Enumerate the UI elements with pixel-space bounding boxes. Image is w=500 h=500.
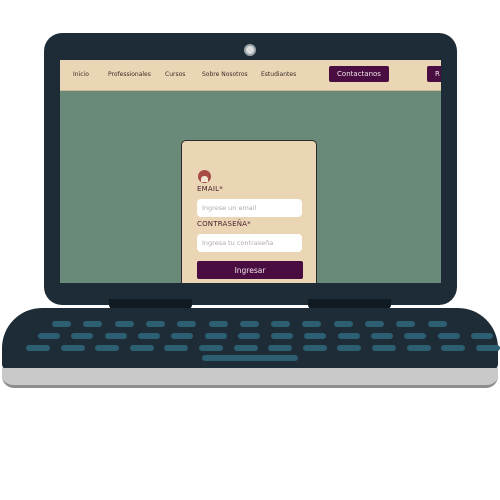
- keyboard-key: [237, 333, 260, 339]
- keyboard-key: [114, 321, 134, 327]
- keyboard-key: [302, 345, 327, 351]
- keyboard-key: [475, 345, 500, 351]
- keyboard-key: [365, 321, 384, 327]
- keyboard-key: [137, 333, 160, 339]
- nav-link-cursos[interactable]: Cursos: [165, 71, 185, 78]
- keyboard-key: [171, 333, 194, 339]
- laptop-screen: Inicio Professionales Cursos Sobre Nosot…: [60, 60, 441, 283]
- camera-icon: [244, 44, 256, 56]
- password-label: CONTRASEÑA*: [197, 220, 251, 228]
- login-card: EMAIL* Ingrese un email CONTRASEÑA* Ingr…: [181, 140, 317, 283]
- nav-link-inicio[interactable]: Inicio: [73, 71, 89, 78]
- keyboard-key: [60, 345, 85, 351]
- keyboard-key: [164, 345, 189, 351]
- contact-button[interactable]: Contactanos: [329, 66, 389, 82]
- keyboard-key: [239, 321, 259, 327]
- keyboard-key: [437, 333, 460, 339]
- keyboard-key: [129, 345, 154, 351]
- keyboard-key: [406, 345, 431, 351]
- keyboard-key: [304, 333, 327, 339]
- keyboard-key: [52, 321, 71, 327]
- nav-link-professionales[interactable]: Professionales: [108, 71, 151, 78]
- keyboard-key: [470, 333, 493, 339]
- keyboard-key: [208, 321, 228, 327]
- keyboard-key: [333, 321, 353, 327]
- keyboard-key: [441, 345, 466, 351]
- keyboard-key: [38, 333, 60, 339]
- keyboard-key: [404, 333, 427, 339]
- keyboard-key: [26, 345, 50, 351]
- keyboard-key: [337, 345, 362, 351]
- user-avatar-icon: [198, 170, 211, 183]
- keyboard-key: [95, 345, 120, 351]
- password-input[interactable]: Ingresa tu contraseña: [197, 234, 302, 252]
- keyboard-key: [372, 345, 396, 351]
- keyboard-key: [204, 333, 227, 339]
- keyboard-key: [396, 321, 416, 327]
- laptop-base-edge: [2, 368, 498, 388]
- keyboard-key: [268, 345, 293, 351]
- email-input[interactable]: Ingrese un email: [197, 199, 302, 217]
- keyboard-key: [337, 333, 360, 339]
- keyboard-key: [83, 321, 103, 327]
- keyboard-key: [271, 321, 291, 327]
- keyboard-key: [177, 321, 197, 327]
- site-navbar: Inicio Professionales Cursos Sobre Nosot…: [60, 60, 441, 91]
- keyboard-key: [271, 333, 294, 339]
- keyboard-key: [427, 321, 447, 327]
- keyboard-key: [233, 345, 258, 351]
- email-label: EMAIL*: [197, 185, 223, 193]
- keyboard-spacebar: [202, 355, 298, 361]
- login-submit-button[interactable]: Ingresar: [197, 261, 303, 279]
- keyboard-key: [145, 321, 165, 327]
- keyboard-key: [104, 333, 127, 339]
- nav-link-estudiantes[interactable]: Estudiantes: [261, 71, 296, 78]
- keyboard-key: [302, 321, 322, 327]
- nav-link-sobre-nosotros[interactable]: Sobre Nosotros: [202, 71, 248, 78]
- keyboard-key: [71, 333, 94, 339]
- keyboard-key: [199, 345, 223, 351]
- keyboard-key: [371, 333, 393, 339]
- partial-nav-button[interactable]: R: [427, 66, 441, 82]
